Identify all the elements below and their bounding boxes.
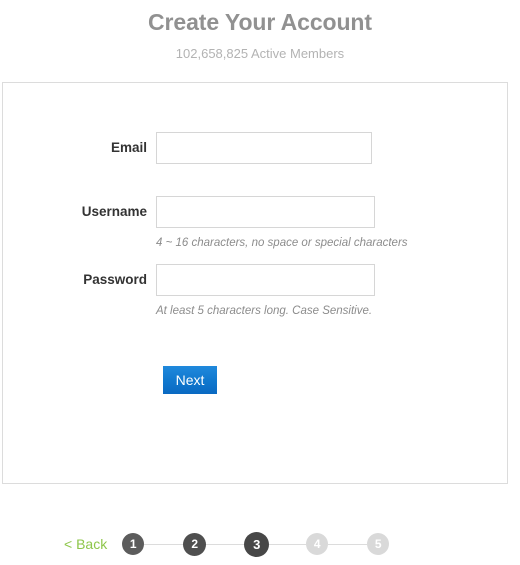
wizard-step-3[interactable]: 3 bbox=[244, 531, 270, 557]
step-connector-4-5 bbox=[328, 543, 368, 545]
wizard-step-2[interactable]: 2 bbox=[183, 532, 207, 556]
password-hint: At least 5 characters long. Case Sensiti… bbox=[156, 305, 373, 317]
form-actions: Next bbox=[3, 318, 507, 394]
page-title: Create Your Account bbox=[148, 9, 372, 35]
wizard-step-5[interactable]: 5 bbox=[367, 533, 390, 555]
wizard-step-4[interactable]: 4 bbox=[306, 533, 329, 555]
signup-card: Email Username 4 ~ 16 characters, no spa… bbox=[2, 82, 508, 557]
wizard-step-1[interactable]: 1 bbox=[122, 533, 145, 555]
signup-page: Create Your Account 102,658,825 Active M… bbox=[0, 0, 520, 557]
step-connector-1-2 bbox=[144, 543, 184, 545]
next-button[interactable]: Next bbox=[163, 366, 217, 394]
password-label: Password bbox=[83, 272, 147, 287]
email-input[interactable] bbox=[156, 132, 372, 164]
active-members-count: 102,658,825 Active Members bbox=[175, 46, 345, 61]
email-field-group bbox=[156, 132, 372, 164]
email-label: Email bbox=[110, 140, 147, 155]
form-row-password: Password At least 5 characters long. Cas… bbox=[3, 264, 507, 318]
back-link[interactable]: < Back bbox=[64, 536, 107, 552]
username-field-group: 4 ~ 16 characters, no space or special c… bbox=[156, 196, 408, 250]
page-header: Create Your Account 102,658,825 Active M… bbox=[0, 0, 520, 64]
password-input[interactable] bbox=[156, 264, 375, 296]
step-connector-3-4 bbox=[269, 543, 307, 545]
wizard-steps: 1 2 3 4 5 bbox=[122, 531, 390, 557]
step-connector-2-3 bbox=[206, 543, 245, 545]
signup-form: Email Username 4 ~ 16 characters, no spa… bbox=[3, 83, 507, 394]
username-input[interactable] bbox=[156, 196, 375, 228]
password-field-group: At least 5 characters long. Case Sensiti… bbox=[156, 264, 375, 318]
form-row-email: Email bbox=[3, 132, 507, 164]
username-label: Username bbox=[81, 204, 147, 219]
wizard-progress: < Back 1 2 3 4 5 bbox=[3, 523, 509, 565]
form-row-username: Username 4 ~ 16 characters, no space or … bbox=[3, 196, 507, 250]
username-hint: 4 ~ 16 characters, no space or special c… bbox=[156, 237, 408, 249]
